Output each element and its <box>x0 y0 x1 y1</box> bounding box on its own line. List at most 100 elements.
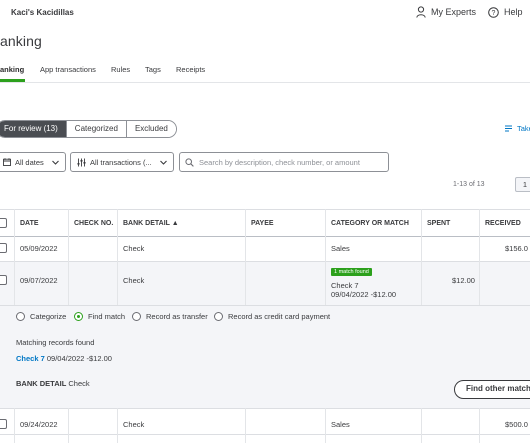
option-label: Categorize <box>30 312 67 321</box>
row-match-detail: 09/04/2022 -$12.00 <box>331 290 397 299</box>
segment-for-review[interactable]: For review (13) <box>0 121 67 137</box>
page-title: anking <box>0 33 42 49</box>
option-categorize[interactable]: Categorize <box>16 312 66 321</box>
column-divider <box>68 209 69 305</box>
segment-excluded[interactable]: Excluded <box>126 121 176 137</box>
row-bank-detail: Check <box>123 244 145 253</box>
row-category[interactable]: Sales <box>331 244 350 253</box>
svg-text:?: ? <box>492 10 496 17</box>
column-header-received[interactable]: RECEIVED <box>485 220 521 227</box>
search-icon <box>185 157 194 167</box>
bank-detail-info: BANK DETAIL Check <box>16 379 90 388</box>
chevron-down-icon <box>160 160 167 165</box>
review-status-segmented-control: For review (13) Categorized Excluded <box>0 120 177 138</box>
row-bank-detail: Check <box>123 276 145 285</box>
match-found-badge: 1 match found <box>331 268 372 276</box>
radio-button[interactable] <box>214 312 223 321</box>
tab-banking[interactable]: anking <box>0 65 24 74</box>
radio-button[interactable] <box>16 312 25 321</box>
dates-filter-value: All dates <box>15 157 44 167</box>
column-divider <box>479 408 480 443</box>
tab-rules[interactable]: Rules <box>111 65 130 74</box>
take-link-label: Take <box>517 124 530 133</box>
row-checkbox[interactable] <box>0 275 7 285</box>
option-label: Record as credit card payment <box>228 312 331 321</box>
active-tab-indicator <box>0 79 25 82</box>
column-divider <box>421 209 422 305</box>
tab-receipts[interactable]: Receipts <box>176 65 205 74</box>
row-date: 05/09/2022 <box>20 244 58 253</box>
dates-filter-dropdown[interactable]: All dates <box>0 152 66 172</box>
matching-record: Check 7 09/04/2022 -$12.00 <box>16 354 112 363</box>
calendar-icon <box>3 158 11 166</box>
row-date: 09/07/2022 <box>20 276 58 285</box>
column-divider <box>245 408 246 443</box>
row-bank-detail: Check <box>123 420 145 429</box>
tab-app-transactions[interactable]: App transactions <box>40 65 96 74</box>
column-header-check-no[interactable]: CHECK NO. <box>74 220 113 227</box>
column-divider <box>14 209 15 305</box>
row-received: $500.0 <box>505 420 528 429</box>
page-1-button[interactable]: 1 <box>515 177 530 192</box>
column-divider <box>325 209 326 305</box>
option-label: Find match <box>88 312 126 321</box>
row-received: $156.0 <box>505 244 528 253</box>
matching-record-link[interactable]: Check 7 <box>16 354 45 363</box>
person-icon <box>416 6 426 18</box>
column-divider <box>117 209 118 305</box>
row-divider <box>0 434 530 435</box>
selected-row-highlight <box>0 261 530 305</box>
help-button[interactable]: ? Help <box>488 5 523 19</box>
transaction-search-box <box>179 152 389 172</box>
matching-records-heading: Matching records found <box>16 338 95 347</box>
column-divider <box>68 408 69 443</box>
list-check-icon <box>505 125 512 132</box>
column-divider <box>479 209 480 305</box>
row-divider <box>0 261 530 262</box>
row-checkbox[interactable] <box>0 243 7 253</box>
radio-button-selected[interactable] <box>74 312 83 321</box>
row-spent: $12.00 <box>452 276 475 285</box>
tab-tags[interactable]: Tags <box>145 65 161 74</box>
take-link[interactable]: Take <box>504 124 530 133</box>
select-all-checkbox[interactable] <box>0 218 7 228</box>
option-label: Record as transfer <box>146 312 208 321</box>
matching-record-detail: 09/04/2022 -$12.00 <box>46 354 112 363</box>
row-date: 09/24/2022 <box>20 420 58 429</box>
sub-nav-tabs: anking App transactions Rules Tags Recei… <box>0 63 530 83</box>
column-header-spent[interactable]: SPENT <box>427 220 450 227</box>
find-other-match-button[interactable]: Find other match <box>454 380 530 399</box>
column-header-date[interactable]: DATE <box>20 220 39 227</box>
row-match-name[interactable]: Check 7 <box>331 281 359 290</box>
column-header-payee[interactable]: PAYEE <box>251 220 274 227</box>
row-checkbox[interactable] <box>0 419 7 429</box>
top-bar: Kaci's Kacidillas My Experts ? Help <box>0 0 530 24</box>
segment-categorized[interactable]: Categorized <box>66 121 127 137</box>
help-label: Help <box>504 7 523 17</box>
transactions-filter-value: All transactions (... <box>90 157 152 167</box>
option-record-as-transfer[interactable]: Record as transfer <box>132 312 208 321</box>
column-divider <box>117 408 118 443</box>
column-divider <box>245 209 246 305</box>
my-experts-button[interactable]: My Experts <box>416 5 476 19</box>
bank-detail-label: BANK DETAIL <box>16 379 67 388</box>
table-top-border <box>0 209 530 210</box>
row-category[interactable]: Sales <box>331 420 350 429</box>
row-divider <box>0 408 530 409</box>
search-input[interactable] <box>199 157 384 167</box>
radio-button[interactable] <box>132 312 141 321</box>
column-header-bank-detail[interactable]: BANK DETAIL ▲ <box>123 220 179 227</box>
header-divider <box>0 236 530 237</box>
column-divider <box>14 408 15 443</box>
company-name: Kaci's Kacidillas <box>11 8 74 17</box>
my-experts-label: My Experts <box>431 7 477 17</box>
transactions-filter-dropdown[interactable]: All transactions (... <box>70 152 174 172</box>
option-find-match[interactable]: Find match <box>74 312 125 321</box>
bank-detail-value: Check <box>68 379 90 388</box>
column-header-category-or-match[interactable]: CATEGORY OR MATCH <box>331 220 409 227</box>
pagination-summary: 1-13 of 13 <box>453 181 485 188</box>
row-divider <box>0 305 530 306</box>
column-divider <box>421 408 422 443</box>
help-icon: ? <box>488 6 499 18</box>
option-record-as-credit-card-payment[interactable]: Record as credit card payment <box>214 312 330 321</box>
